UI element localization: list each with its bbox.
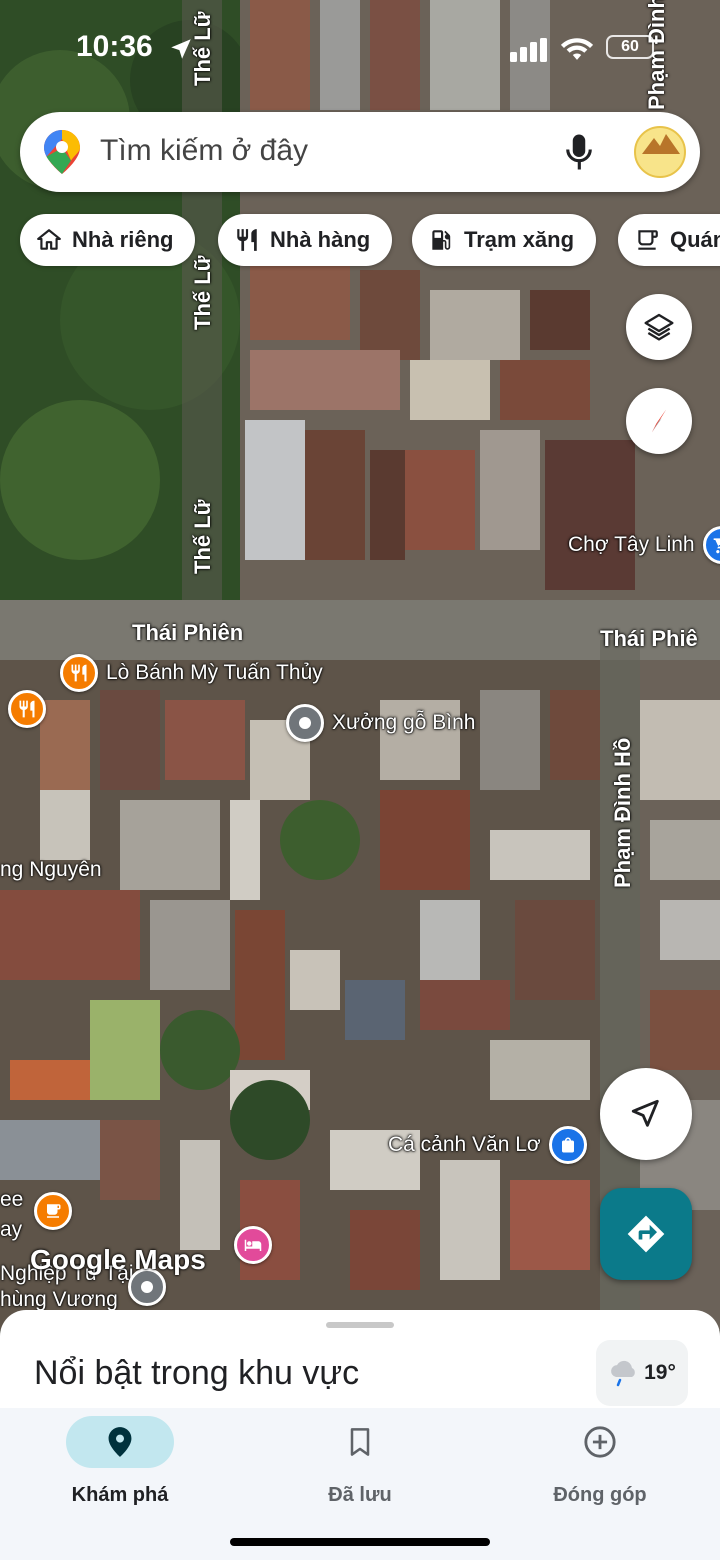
compass-button[interactable] bbox=[626, 388, 692, 454]
search-placeholder: Tìm kiếm ở đây bbox=[100, 134, 309, 167]
chip-home[interactable]: Nhà riêng bbox=[20, 214, 196, 266]
directions-button[interactable] bbox=[600, 1188, 692, 1280]
google-maps-pin-icon bbox=[44, 130, 80, 174]
nav-label: Khám phá bbox=[71, 1484, 169, 1506]
coffee-icon bbox=[638, 230, 658, 250]
nav-contribute[interactable]: Đóng góp bbox=[500, 1416, 700, 1507]
poi-label: Chợ Tây Linh bbox=[568, 533, 695, 556]
category-chips: Nhà riêng Nhà hàng Trạm xăng Quán bbox=[20, 214, 720, 268]
nav-icon-wrap bbox=[306, 1416, 414, 1468]
street-label-nguyen: ng Nguyên bbox=[0, 858, 102, 881]
nav-label: Đóng góp bbox=[553, 1484, 647, 1506]
status-bar: 10:36 60 bbox=[0, 0, 720, 96]
coffee-icon bbox=[34, 1192, 72, 1230]
poi-label: Lò Bánh Mỳ Tuấn Thủy bbox=[106, 661, 323, 684]
chip-label: Nhà riêng bbox=[72, 227, 174, 252]
poi-label: Xưởng gỗ Bình bbox=[332, 711, 476, 734]
layers-button[interactable] bbox=[626, 294, 692, 360]
restaurant-icon bbox=[60, 654, 98, 692]
chip-label: Trạm xăng bbox=[464, 227, 575, 252]
chip-restaurant[interactable]: Nhà hàng bbox=[218, 214, 393, 266]
poi-xuong-go-binh[interactable]: Xưởng gỗ Bình bbox=[286, 704, 475, 742]
shopping-bag-icon bbox=[548, 1126, 587, 1164]
home-indicator[interactable] bbox=[230, 1538, 490, 1546]
poi-restaurant-left[interactable] bbox=[8, 690, 46, 728]
search-bar[interactable]: Tìm kiếm ở đây bbox=[20, 112, 700, 192]
account-avatar[interactable] bbox=[634, 126, 686, 178]
street-label-the-lu-bottom: Thế Lữ bbox=[190, 499, 215, 574]
poi-coffee-left[interactable] bbox=[34, 1192, 72, 1230]
nav-saved[interactable]: Đã lưu bbox=[260, 1416, 460, 1507]
navigation-arrow-icon bbox=[631, 1099, 659, 1127]
directions-icon bbox=[627, 1215, 665, 1253]
layers-icon bbox=[644, 313, 674, 341]
nav-explore[interactable]: Khám phá bbox=[20, 1416, 220, 1507]
poi-label-hung-vuong: hùng Vương bbox=[0, 1288, 118, 1311]
nav-label: Đã lưu bbox=[328, 1484, 392, 1506]
battery-indicator: 60 bbox=[606, 35, 654, 59]
chip-coffee[interactable]: Quán bbox=[618, 214, 720, 266]
bed-icon bbox=[234, 1226, 272, 1264]
place-dot-icon bbox=[286, 704, 324, 742]
poi-label: Cá cảnh Văn Lơ bbox=[388, 1133, 541, 1156]
street-label-thai-phien-right: Thái Phiê bbox=[600, 626, 698, 651]
poi-label-ee: ee bbox=[0, 1188, 24, 1211]
microphone-icon[interactable] bbox=[564, 132, 594, 172]
cloud-rain-icon bbox=[611, 1360, 635, 1387]
explore-pin-icon bbox=[108, 1427, 132, 1457]
sheet-drag-handle[interactable] bbox=[326, 1322, 394, 1328]
compass-icon bbox=[651, 409, 667, 433]
poi-ca-canh-van-lo[interactable]: Cá cảnh Văn Lơ bbox=[388, 1126, 587, 1164]
my-location-button[interactable] bbox=[600, 1068, 692, 1160]
chip-label: Nhà hàng bbox=[270, 227, 371, 252]
chip-label: Quán bbox=[670, 227, 720, 252]
status-time: 10:36 bbox=[76, 30, 153, 63]
wifi-icon bbox=[560, 38, 594, 60]
temperature: 19° bbox=[644, 1361, 676, 1384]
sheet-title: Nổi bật trong khu vực bbox=[34, 1354, 360, 1392]
bookmark-icon bbox=[350, 1428, 370, 1456]
google-maps-logo: Google Maps bbox=[30, 1244, 206, 1275]
chip-gas-station[interactable]: Trạm xăng bbox=[412, 214, 597, 266]
poi-label-ay: ay bbox=[0, 1218, 23, 1241]
nav-icon-wrap bbox=[546, 1416, 654, 1468]
weather-badge[interactable]: 19° bbox=[596, 1340, 688, 1406]
restaurant-icon bbox=[8, 690, 46, 728]
shopping-cart-icon bbox=[702, 526, 720, 564]
location-arrow-icon bbox=[171, 39, 191, 59]
home-icon bbox=[37, 229, 61, 250]
poi-lo-banh-my[interactable]: Lò Bánh Mỳ Tuấn Thủy bbox=[60, 654, 323, 692]
poi-hotel[interactable] bbox=[234, 1226, 272, 1264]
cellular-signal-icon bbox=[510, 38, 547, 62]
poi-cho-tay-linh[interactable]: Chợ Tây Linh bbox=[568, 526, 720, 564]
street-label-thai-phien: Thái Phiên bbox=[132, 620, 244, 645]
avatar-logo-icon bbox=[642, 134, 680, 154]
nav-icon-wrap bbox=[66, 1416, 174, 1468]
restaurant-icon bbox=[237, 229, 257, 251]
street-label-pham-dinh-ho: Phạm Đình Hồ bbox=[610, 737, 635, 888]
add-circle-icon bbox=[584, 1426, 616, 1458]
gas-station-icon bbox=[432, 230, 451, 250]
bottom-sheet[interactable]: Nổi bật trong khu vực 19° bbox=[0, 1310, 720, 1420]
